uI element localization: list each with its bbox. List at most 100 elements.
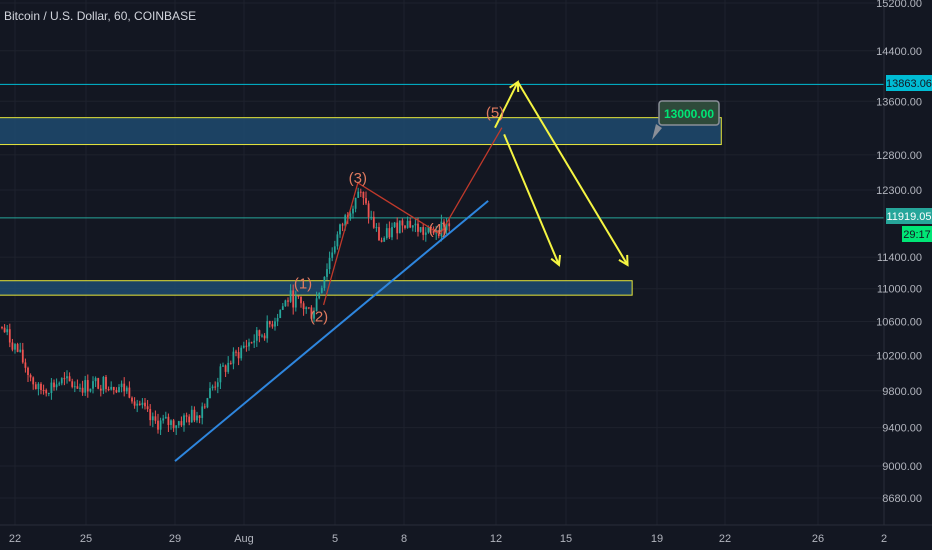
candle-body bbox=[284, 300, 287, 307]
candle-body bbox=[248, 342, 250, 347]
candle-body bbox=[188, 416, 191, 423]
candle-body bbox=[276, 318, 279, 322]
time-tick-label: 22 bbox=[9, 533, 21, 545]
candle-body bbox=[300, 296, 302, 304]
candle-body bbox=[58, 383, 61, 385]
time-tick-label: 12 bbox=[490, 533, 502, 545]
candle-body bbox=[40, 383, 42, 390]
candle-body bbox=[385, 228, 388, 239]
candle-body bbox=[170, 420, 172, 425]
price-tick-label: 15200.00 bbox=[876, 0, 922, 10]
candle-body bbox=[411, 225, 414, 228]
candle-body bbox=[289, 290, 292, 302]
candle-body bbox=[3, 327, 6, 333]
candle-body bbox=[94, 378, 97, 382]
candle-body bbox=[146, 406, 149, 410]
candle-body bbox=[401, 220, 404, 226]
candle-body bbox=[388, 228, 391, 238]
candle-body bbox=[328, 257, 331, 270]
candle-body bbox=[261, 335, 263, 337]
time-axis[interactable] bbox=[0, 525, 932, 550]
candle-body bbox=[115, 390, 118, 393]
candle-body bbox=[253, 340, 256, 343]
candle-body bbox=[365, 198, 367, 204]
candle-body bbox=[352, 208, 354, 214]
candle-body bbox=[16, 344, 19, 352]
candle-body bbox=[196, 415, 198, 421]
candle-body bbox=[240, 347, 243, 359]
resistance-zone[interactable] bbox=[0, 117, 722, 146]
candle-body bbox=[209, 388, 211, 399]
wave-label: (5) bbox=[486, 105, 504, 122]
candle-body bbox=[141, 402, 144, 405]
wave-label: (1) bbox=[294, 276, 312, 293]
support-zone[interactable] bbox=[0, 280, 633, 296]
candle-body bbox=[42, 389, 45, 391]
time-tick-label: 22 bbox=[719, 533, 731, 545]
candle-body bbox=[237, 352, 240, 359]
candle-body bbox=[448, 223, 451, 227]
candle-body bbox=[396, 222, 399, 234]
candle-body bbox=[47, 393, 50, 395]
time-tick-label: 26 bbox=[812, 533, 824, 545]
candle-body bbox=[63, 378, 66, 380]
candle-body bbox=[1, 327, 3, 329]
candle-body bbox=[336, 234, 339, 247]
callout-text: 13000.00 bbox=[664, 107, 714, 121]
candle-body bbox=[157, 420, 159, 430]
candle-body bbox=[305, 307, 308, 310]
candle-body bbox=[53, 382, 55, 388]
price-chart[interactable]: (1) (2) (3) (4) (5) 15200.00 14400.00 13600.00… bbox=[0, 0, 932, 550]
candle-body bbox=[177, 421, 180, 426]
candle-body bbox=[274, 321, 276, 327]
candle-body bbox=[50, 382, 53, 394]
candle-body bbox=[357, 191, 360, 198]
candle-body bbox=[11, 342, 14, 350]
candle-body bbox=[339, 224, 341, 235]
candle-body bbox=[406, 220, 409, 228]
candle-body bbox=[354, 197, 357, 209]
candle-body bbox=[24, 362, 27, 368]
price-tick-label: 10200.00 bbox=[876, 350, 922, 362]
candle-body bbox=[341, 224, 344, 226]
candle-body bbox=[110, 386, 113, 390]
wave-label: (4) bbox=[429, 221, 447, 238]
price-tick-label: 9400.00 bbox=[882, 423, 922, 435]
candle-body bbox=[125, 387, 128, 392]
candle-body bbox=[331, 252, 334, 258]
candle-body bbox=[193, 409, 196, 421]
candle-body bbox=[66, 376, 68, 379]
candle-body bbox=[222, 365, 224, 367]
candle-body bbox=[71, 381, 74, 387]
candle-body bbox=[287, 300, 289, 302]
candle-body bbox=[224, 365, 227, 372]
candle-body bbox=[118, 387, 120, 393]
candle-body bbox=[383, 238, 386, 242]
candle-body bbox=[266, 321, 269, 339]
wave-label: (3) bbox=[349, 170, 367, 187]
candle-body bbox=[37, 383, 40, 390]
candle-body bbox=[417, 223, 419, 232]
candle-body bbox=[375, 227, 378, 229]
candle-body bbox=[19, 349, 22, 352]
candle-body bbox=[380, 240, 383, 242]
candle-body bbox=[414, 223, 417, 226]
candle-body bbox=[419, 227, 422, 232]
candle-body bbox=[391, 227, 393, 238]
candle-body bbox=[60, 378, 63, 384]
candle-body bbox=[255, 330, 258, 341]
cyan-price-tag-text: 13863.06 bbox=[886, 78, 932, 90]
candle-body bbox=[206, 398, 209, 408]
candle-body bbox=[211, 386, 214, 389]
candle-body bbox=[136, 403, 139, 406]
candle-body bbox=[235, 351, 237, 353]
candle-body bbox=[294, 295, 297, 308]
candle-body bbox=[203, 406, 206, 408]
candle-body bbox=[302, 303, 305, 310]
candle-body bbox=[167, 416, 170, 425]
candle-body bbox=[214, 386, 217, 388]
countdown-tag: 29:17 bbox=[902, 226, 932, 242]
countdown-text: 29:17 bbox=[903, 229, 931, 241]
price-tick-label: 11000.00 bbox=[877, 284, 922, 296]
candle-body bbox=[144, 402, 146, 407]
